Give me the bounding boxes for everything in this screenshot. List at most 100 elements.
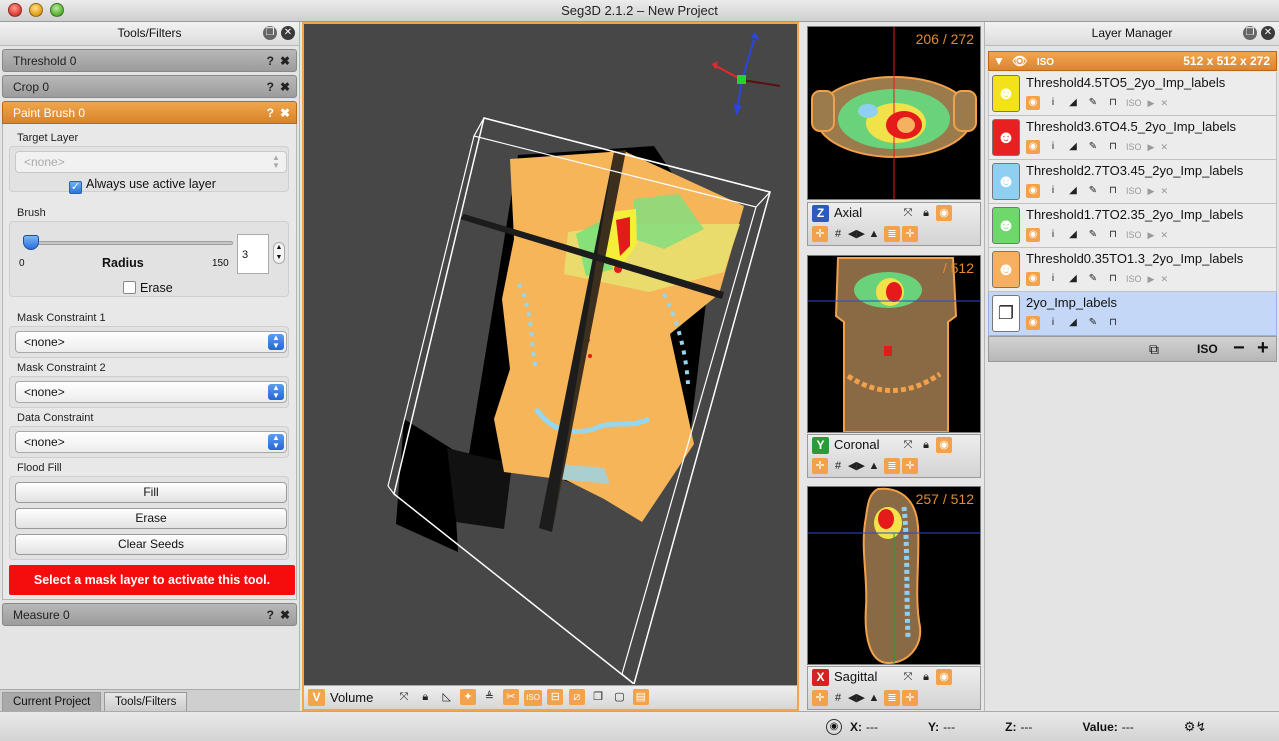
flip-horizontal-icon[interactable]: ◀▶	[848, 690, 865, 706]
group-iso-label[interactable]: ISO	[1037, 57, 1054, 68]
brush-icon[interactable]: ✎	[1086, 272, 1100, 286]
layer-iso-label[interactable]: ISO	[1126, 274, 1142, 284]
info-icon[interactable]: i	[1046, 316, 1060, 330]
lighting-icon[interactable]: ✦	[460, 689, 477, 705]
fill-button[interactable]: Fill	[15, 482, 287, 503]
zoom-fit-icon[interactable]: ⤧	[900, 437, 916, 453]
iso-surface-play-icon[interactable]: ▶	[1148, 274, 1155, 285]
slice-plus-icon[interactable]: ✛	[902, 226, 918, 242]
tool-paint-brush-header[interactable]: Paint Brush 0 ? ✖	[2, 101, 297, 124]
info-icon[interactable]: i	[1046, 140, 1060, 154]
text-overlay-icon[interactable]: ≣	[884, 226, 900, 242]
visibility-icon[interactable]: ◉	[1026, 140, 1040, 154]
collapse-arrow-icon[interactable]: ▼	[993, 54, 1005, 68]
duplicate-layer-icon[interactable]: ⧉	[1149, 341, 1159, 358]
mask-layer-icon[interactable]: ☻	[992, 75, 1020, 112]
data-layer-icon[interactable]: ❐	[992, 295, 1020, 332]
coronal-view[interactable]: / 512	[807, 255, 981, 433]
target-layer-select[interactable]: <none> ▲ ▼	[15, 151, 287, 173]
layer-name[interactable]: Threshold4.5TO5_2yo_Imp_labels	[1026, 75, 1225, 90]
layer-name[interactable]: Threshold1.7TO2.35_2yo_Imp_labels	[1026, 207, 1243, 222]
iso-surface-delete-icon[interactable]: ✕	[1160, 98, 1168, 109]
layer-iso-label[interactable]: ISO	[1126, 142, 1142, 152]
layer-row[interactable]: ☻ Threshold1.7TO2.35_2yo_Imp_labels ◉ i ◢ ✎ ⊓ I…	[988, 204, 1277, 248]
tab-tools-filters[interactable]: Tools/Filters	[104, 692, 188, 711]
grid-icon[interactable]: #	[830, 690, 846, 706]
visibility-icon[interactable]: ◉	[1026, 316, 1040, 330]
iso-surface-delete-icon[interactable]: ✕	[1160, 142, 1168, 153]
picking-icon[interactable]: ◉	[936, 437, 952, 453]
close-tool-icon[interactable]: ✖	[280, 76, 290, 99]
iso-surface-delete-icon[interactable]: ✕	[1160, 274, 1168, 285]
lock-icon[interactable]: 🔒︎	[918, 669, 934, 685]
flip-vertical-icon[interactable]: ▲	[866, 690, 882, 706]
crosshair-icon[interactable]: ✛	[812, 226, 828, 242]
flip-vertical-icon[interactable]: ▲	[866, 458, 882, 474]
layer-group-header[interactable]: ▼ 👁︎ ISO 512 x 512 x 272	[988, 51, 1277, 71]
tool-threshold-header[interactable]: Threshold 0 ? ✖	[2, 49, 297, 72]
iso-surface-button[interactable]: ISO	[1197, 342, 1218, 356]
opacity-icon[interactable]: ◢	[1066, 184, 1080, 198]
tab-current-project[interactable]: Current Project	[2, 692, 102, 711]
mask-layer-icon[interactable]: ☻	[992, 207, 1020, 244]
erase-row[interactable]: Erase	[123, 281, 173, 295]
sagittal-letter[interactable]: X	[812, 669, 829, 686]
zoom-fit-icon[interactable]: ⤧	[396, 689, 412, 705]
grid-icon[interactable]: #	[830, 458, 846, 474]
radius-spin-arrows-icon[interactable]: ▲ ▼	[273, 242, 285, 264]
lock-icon[interactable]: ⊓	[1106, 140, 1120, 154]
text-overlay-icon[interactable]: ≣	[884, 458, 900, 474]
lock-icon[interactable]: 🔒︎	[918, 437, 934, 453]
layer-name[interactable]: Threshold2.7TO3.45_2yo_Imp_labels	[1026, 163, 1243, 178]
slice-icon[interactable]: ≜	[481, 689, 497, 705]
lock-icon[interactable]: ⊓	[1106, 272, 1120, 286]
opacity-icon[interactable]: ◢	[1066, 140, 1080, 154]
volume-render-icon[interactable]: ⊟	[547, 689, 564, 705]
radius-slider-track[interactable]	[23, 241, 233, 245]
picking-icon[interactable]: ◉	[936, 205, 952, 221]
opacity-icon[interactable]: ◢	[1066, 96, 1080, 110]
axial-view[interactable]: 206 / 272	[807, 26, 981, 200]
data-constraint-select[interactable]: <none> ▲ ▼	[15, 431, 287, 453]
info-icon[interactable]: i	[1046, 184, 1060, 198]
layer-name[interactable]: 2yo_Imp_labels	[1026, 295, 1117, 310]
layer-iso-label[interactable]: ISO	[1126, 186, 1142, 196]
radius-spinbox[interactable]: 3	[237, 234, 269, 274]
float-panel-icon[interactable]: ❐	[1243, 26, 1257, 40]
layer-row[interactable]: ☻ Threshold4.5TO5_2yo_Imp_labels ◉ i ◢ ✎ ⊓ ISO ▶…	[988, 72, 1277, 116]
picking-icon[interactable]: ◉	[936, 669, 952, 685]
mask1-select[interactable]: <none> ▲ ▼	[15, 331, 287, 353]
picking-icon[interactable]: ▤	[632, 689, 649, 705]
iso-surface-icon[interactable]: ISO	[524, 690, 543, 706]
brush-icon[interactable]: ✎	[1086, 316, 1100, 330]
visibility-icon[interactable]: ◉	[1026, 96, 1040, 110]
erase-button[interactable]: Erase	[15, 508, 287, 529]
always-active-row[interactable]: ✓ Always use active layer	[69, 177, 216, 194]
grid-icon[interactable]: #	[830, 226, 846, 242]
layer-iso-label[interactable]: ISO	[1126, 98, 1142, 108]
layer-row[interactable]: ☻ Threshold0.35TO1.3_2yo_Imp_labels ◉ i ◢ ✎ ⊓ I…	[988, 248, 1277, 292]
layer-row[interactable]: ❐ 2yo_Imp_labels ◉ i ◢ ✎ ⊓	[988, 292, 1277, 336]
slice-plus-icon[interactable]: ✛	[902, 458, 918, 474]
close-tool-icon[interactable]: ✖	[280, 604, 290, 627]
clipping-icon[interactable]: ✂	[502, 689, 519, 705]
layer-name[interactable]: Threshold3.6TO4.5_2yo_Imp_labels	[1026, 119, 1236, 134]
info-icon[interactable]: i	[1046, 228, 1060, 242]
slice-plus-icon[interactable]: ✛	[902, 690, 918, 706]
mask-layer-icon[interactable]: ☻	[992, 119, 1020, 156]
lock-icon[interactable]: 🔒︎	[918, 205, 934, 221]
tool-crop-header[interactable]: Crop 0 ? ✖	[2, 75, 297, 98]
iso-surface-delete-icon[interactable]: ✕	[1160, 230, 1168, 241]
visibility-icon[interactable]: ◉	[1026, 184, 1040, 198]
help-icon[interactable]: ?	[267, 50, 274, 73]
close-panel-icon[interactable]: ✕	[1261, 26, 1275, 40]
visibility-icon[interactable]: ◉	[1026, 272, 1040, 286]
text-overlay-icon[interactable]: ≣	[884, 690, 900, 706]
iso-surface-play-icon[interactable]: ▶	[1148, 142, 1155, 153]
layer-iso-label[interactable]: ISO	[1126, 230, 1142, 240]
layer-row[interactable]: ☻ Threshold2.7TO3.45_2yo_Imp_labels ◉ i ◢ ✎ ⊓ I…	[988, 160, 1277, 204]
zoom-fit-icon[interactable]: ⤧	[900, 669, 916, 685]
volume-view-letter[interactable]: V	[308, 689, 325, 706]
close-panel-icon[interactable]: ✕	[281, 26, 295, 40]
help-icon[interactable]: ?	[267, 76, 274, 99]
